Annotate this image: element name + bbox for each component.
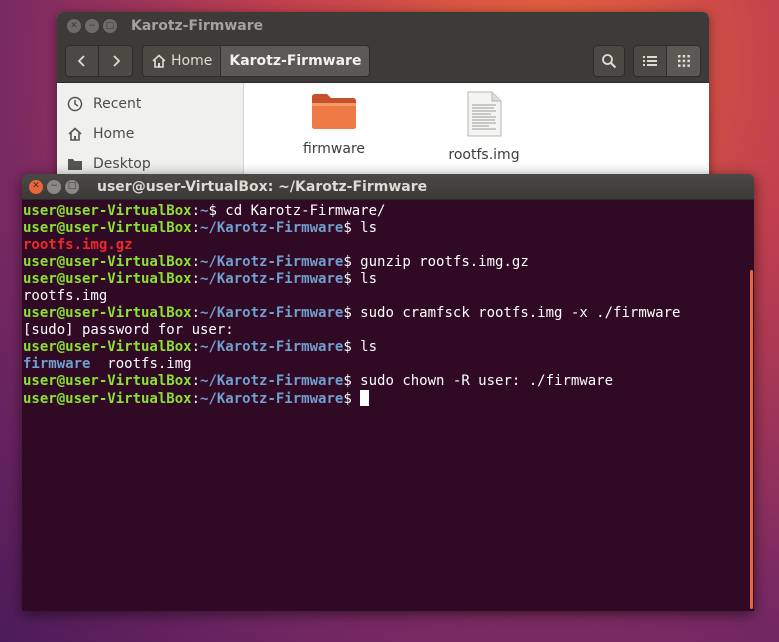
command-text: $ cd Karotz-Firmware/ xyxy=(208,203,386,219)
breadcrumb-home[interactable]: Home xyxy=(142,45,222,77)
maximize-icon[interactable]: □ xyxy=(65,179,79,194)
output-text: rootfs.img xyxy=(90,356,192,372)
grid-view-button[interactable] xyxy=(667,45,701,77)
output-text: rootfs.img.gz xyxy=(23,237,133,253)
sidebar-item-home[interactable]: Home xyxy=(57,119,243,149)
terminal-line: user@user-VirtualBox:~/Karotz-Firmware$ … xyxy=(23,271,754,288)
prompt-separator: : xyxy=(191,373,201,389)
list-view-button[interactable] xyxy=(633,45,667,77)
command-text: $ sudo chown -R user: ./firmware xyxy=(343,373,614,389)
prompt-path: ~/Karotz-Firmware xyxy=(200,254,344,270)
maximize-icon[interactable]: □ xyxy=(103,19,117,33)
forward-button[interactable] xyxy=(99,45,133,77)
sidebar-item-recent[interactable]: Recent xyxy=(57,89,243,119)
prompt-separator: : xyxy=(191,391,201,407)
file-manager-toolbar: Home Karotz-Firmware xyxy=(57,40,709,83)
command-text: $ ls xyxy=(343,271,378,287)
folder-icon xyxy=(67,156,83,172)
sidebar-item-label: Desktop xyxy=(93,156,151,172)
terminal-line: user@user-VirtualBox:~/Karotz-Firmware$ … xyxy=(23,254,754,271)
text-cursor xyxy=(360,390,370,406)
prompt-path: ~/Karotz-Firmware xyxy=(200,339,344,355)
prompt-separator: : xyxy=(191,271,201,287)
chevron-right-icon xyxy=(112,55,120,67)
prompt-path: ~/Karotz-Firmware xyxy=(200,271,344,287)
output-text: rootfs.img xyxy=(23,288,108,304)
command-text: $ ls xyxy=(343,220,378,236)
breadcrumb-current-label: Karotz-Firmware xyxy=(229,53,362,69)
prompt-path: ~/Karotz-Firmware xyxy=(200,305,344,321)
back-button[interactable] xyxy=(65,45,99,77)
close-icon[interactable]: ✕ xyxy=(29,179,43,194)
file-name: rootfs.img xyxy=(448,147,520,163)
sidebar-item-label: Home xyxy=(93,126,135,142)
document-icon xyxy=(467,91,502,137)
terminal-line: rootfs.img.gz xyxy=(23,237,754,254)
terminal-scrollbar[interactable] xyxy=(750,270,753,609)
terminal-line: user@user-VirtualBox:~/Karotz-Firmware$ … xyxy=(23,220,754,237)
file-view: firmware rootfs.img xyxy=(244,83,709,187)
window-title: user@user-VirtualBox: ~/Karotz-Firmware xyxy=(97,178,428,195)
command-text: $ sudo cramfsck rootfs.img -x ./firmware xyxy=(343,305,681,321)
home-icon xyxy=(67,126,83,142)
prompt-path: ~/Karotz-Firmware xyxy=(200,373,344,389)
file-manager-titlebar[interactable]: ✕ − □ Karotz-Firmware xyxy=(57,12,709,40)
prompt-user-host: user@user-VirtualBox xyxy=(23,391,192,407)
file-item-rootfs-img[interactable]: rootfs.img xyxy=(429,91,539,163)
file-name: firmware xyxy=(302,141,366,157)
command-text: $ gunzip rootfs.img.gz xyxy=(343,254,529,270)
prompt-user-host: user@user-VirtualBox xyxy=(23,305,192,321)
prompt-user-host: user@user-VirtualBox xyxy=(23,203,192,219)
command-text: $ xyxy=(343,391,361,407)
search-icon xyxy=(602,54,617,69)
file-manager-window: ✕ − □ Karotz-Firmware Home Karotz-Firmwa… xyxy=(57,12,709,187)
prompt-separator: : xyxy=(191,220,201,236)
breadcrumb-current[interactable]: Karotz-Firmware xyxy=(221,45,371,77)
output-text: firmware xyxy=(23,356,91,372)
prompt-user-host: user@user-VirtualBox xyxy=(23,254,192,270)
breadcrumb-home-label: Home xyxy=(171,53,213,69)
minimize-icon[interactable]: − xyxy=(47,179,61,194)
terminal-line: user@user-VirtualBox:~/Karotz-Firmware$ … xyxy=(23,373,754,390)
terminal-line: rootfs.img xyxy=(23,288,754,305)
list-view-icon xyxy=(643,56,657,66)
window-title: Karotz-Firmware xyxy=(131,18,264,34)
minimize-icon[interactable]: − xyxy=(85,19,99,33)
terminal-window: ✕ − □ user@user-VirtualBox: ~/Karotz-Fir… xyxy=(22,174,754,611)
grid-view-icon xyxy=(677,55,690,67)
terminal-line: user@user-VirtualBox:~/Karotz-Firmware$ … xyxy=(23,339,754,356)
folder-icon xyxy=(312,94,356,129)
terminal-line: firmware rootfs.img xyxy=(23,356,754,373)
terminal-line: user@user-VirtualBox:~/Karotz-Firmware$ … xyxy=(23,305,754,322)
prompt-user-host: user@user-VirtualBox xyxy=(23,339,192,355)
terminal-titlebar[interactable]: ✕ − □ user@user-VirtualBox: ~/Karotz-Fir… xyxy=(22,174,754,200)
home-icon xyxy=(152,54,166,68)
terminal-screen[interactable]: user@user-VirtualBox:~$ cd Karotz-Firmwa… xyxy=(22,200,754,407)
prompt-user-host: user@user-VirtualBox xyxy=(23,373,192,389)
output-text: [sudo] password for user: xyxy=(23,322,234,338)
prompt-user-host: user@user-VirtualBox xyxy=(23,220,192,236)
command-text: $ ls xyxy=(343,339,378,355)
folder-item-firmware[interactable]: firmware xyxy=(279,91,389,157)
terminal-line: user@user-VirtualBox:~/Karotz-Firmware$ xyxy=(23,390,754,407)
clock-icon xyxy=(67,96,83,112)
breadcrumb: Home Karotz-Firmware xyxy=(142,45,371,77)
places-sidebar: Recent Home Desktop xyxy=(57,83,244,187)
close-icon[interactable]: ✕ xyxy=(67,19,81,33)
search-button[interactable] xyxy=(593,45,625,77)
chevron-left-icon xyxy=(77,55,85,67)
prompt-separator: : xyxy=(191,254,201,270)
prompt-path: ~/Karotz-Firmware xyxy=(200,391,344,407)
prompt-separator: : xyxy=(191,305,201,321)
prompt-separator: : xyxy=(191,203,201,219)
prompt-path: ~/Karotz-Firmware xyxy=(200,220,344,236)
terminal-line: user@user-VirtualBox:~$ cd Karotz-Firmwa… xyxy=(23,203,754,220)
sidebar-item-label: Recent xyxy=(93,96,142,112)
terminal-line: [sudo] password for user: xyxy=(23,322,754,339)
prompt-separator: : xyxy=(191,339,201,355)
prompt-user-host: user@user-VirtualBox xyxy=(23,271,192,287)
